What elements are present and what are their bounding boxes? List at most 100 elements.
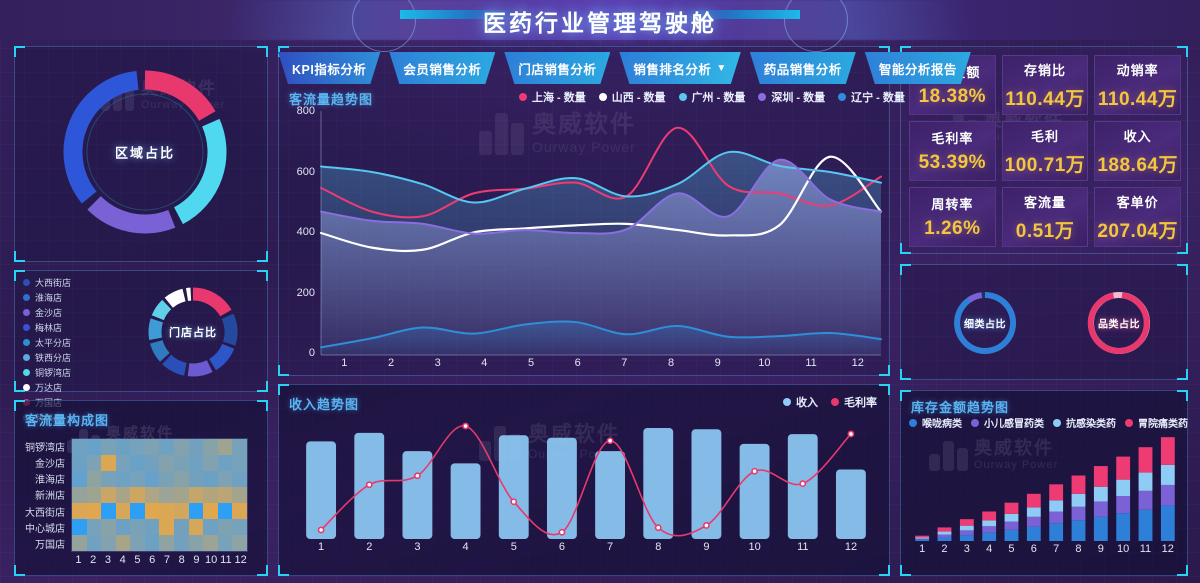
legend-item[interactable]: 喉咙病类 xyxy=(909,415,962,430)
tab-kpi-analysis[interactable]: KPI指标分析 xyxy=(278,52,380,84)
heatmap-cell[interactable] xyxy=(86,455,102,471)
heatmap-cell[interactable] xyxy=(188,535,204,551)
heatmap-cell[interactable] xyxy=(188,487,204,503)
heatmap-cell[interactable] xyxy=(188,439,204,455)
heatmap-cell[interactable] xyxy=(101,455,116,471)
heatmap-cell[interactable] xyxy=(101,503,116,519)
heatmap-cell[interactable] xyxy=(86,503,102,519)
kpi-card-inventory-turnover[interactable]: 周转率 1.26% xyxy=(909,187,996,247)
revenue-trend-chart[interactable] xyxy=(297,417,875,539)
legend-item[interactable]: 大西街店 xyxy=(23,276,71,289)
heatmap-cell[interactable] xyxy=(144,455,160,471)
heatmap-cell[interactable] xyxy=(174,487,189,503)
heatmap-cell[interactable] xyxy=(144,439,160,455)
heatmap-cell[interactable] xyxy=(232,535,247,551)
heatmap-cell[interactable] xyxy=(217,487,233,503)
heatmap-cell[interactable] xyxy=(144,471,160,487)
heatmap-cell[interactable] xyxy=(130,503,145,519)
heatmap-cell[interactable] xyxy=(217,471,233,487)
heatmap-cell[interactable] xyxy=(115,487,131,503)
heatmap-cell[interactable] xyxy=(72,439,87,455)
heatmap-cell[interactable] xyxy=(203,455,218,471)
kpi-card-avg-order-value[interactable]: 客单价 207.04万 xyxy=(1094,187,1181,247)
legend-item[interactable]: 上海 - 数量 xyxy=(519,89,586,105)
heatmap-cell[interactable] xyxy=(159,519,175,535)
heatmap-cell[interactable] xyxy=(159,455,175,471)
heatmap-cell[interactable] xyxy=(130,439,145,455)
heatmap-cell[interactable] xyxy=(188,503,204,519)
kpi-card-customer-traffic[interactable]: 客流量 0.51万 xyxy=(1001,187,1089,247)
heatmap-cell[interactable] xyxy=(86,487,102,503)
heatmap-cell[interactable] xyxy=(101,471,116,487)
heatmap-cell[interactable] xyxy=(101,439,116,455)
heatmap-cell[interactable] xyxy=(159,487,175,503)
heatmap-cell[interactable] xyxy=(115,503,131,519)
heatmap-cell[interactable] xyxy=(130,535,145,551)
legend-item[interactable]: 广州 - 数量 xyxy=(678,89,745,105)
heatmap-cell[interactable] xyxy=(217,439,233,455)
legend-item[interactable]: 深圳 - 数量 xyxy=(758,89,825,105)
heatmap-cell[interactable] xyxy=(232,455,247,471)
heatmap-cell[interactable] xyxy=(217,519,233,535)
traffic-trend-chart[interactable] xyxy=(319,111,883,356)
heatmap-cell[interactable] xyxy=(115,471,131,487)
heatmap-cell[interactable] xyxy=(101,535,116,551)
legend-item[interactable]: 胃院痛类药 xyxy=(1125,415,1188,430)
legend-item[interactable]: 小儿感冒药类 xyxy=(971,415,1044,430)
heatmap-cell[interactable] xyxy=(159,503,175,519)
heatmap-cell[interactable] xyxy=(217,535,233,551)
legend-item[interactable]: 辽宁 - 数量 xyxy=(838,89,905,105)
heatmap-cell[interactable] xyxy=(115,439,131,455)
heatmap-cell[interactable] xyxy=(188,471,204,487)
heatmap-cell[interactable] xyxy=(72,455,87,471)
heatmap-cell[interactable] xyxy=(232,487,247,503)
chevron-down-icon[interactable]: ▼ xyxy=(716,63,726,74)
store-ratio-donut[interactable]: 门店占比 xyxy=(143,282,243,382)
heatmap-cell[interactable] xyxy=(174,503,189,519)
legend-item[interactable]: 山西 - 数量 xyxy=(598,89,666,105)
heatmap-cell[interactable] xyxy=(101,487,116,503)
kpi-card-gross-profit[interactable]: 毛利 100.71万 xyxy=(1001,121,1089,181)
heatmap-cell[interactable] xyxy=(159,535,175,551)
region-ratio-donut[interactable]: 区域占比 xyxy=(63,67,227,237)
tab-drug-sales[interactable]: 药品销售分析 xyxy=(750,52,856,84)
heatmap-cell[interactable] xyxy=(203,519,218,535)
heatmap-cell[interactable] xyxy=(115,455,131,471)
kpi-card-turnover-rate[interactable]: 动销率 110.44万 xyxy=(1094,55,1181,115)
legend-item[interactable]: 太平分店 xyxy=(23,336,71,349)
category-ratio-donut[interactable]: 品类占比 xyxy=(1083,287,1155,359)
legend-item[interactable]: 毛利率 xyxy=(831,394,877,410)
heatmap-cell[interactable] xyxy=(232,503,247,519)
heatmap-cell[interactable] xyxy=(232,519,247,535)
tab-smart-report[interactable]: 智能分析报告 xyxy=(865,52,971,84)
legend-item[interactable]: 抗感染类药 xyxy=(1053,415,1116,430)
legend-item[interactable]: 金沙店 xyxy=(23,306,71,319)
tab-sales-ranking[interactable]: 销售排名分析 ▼ xyxy=(619,52,740,84)
heatmap-grid[interactable] xyxy=(71,438,248,552)
heatmap-cell[interactable] xyxy=(144,487,160,503)
heatmap-cell[interactable] xyxy=(86,439,102,455)
legend-item[interactable]: 万达店 xyxy=(23,381,71,394)
heatmap-cell[interactable] xyxy=(144,535,160,551)
heatmap-cell[interactable] xyxy=(101,519,116,535)
heatmap-cell[interactable] xyxy=(144,503,160,519)
heatmap-cell[interactable] xyxy=(174,519,189,535)
heatmap-cell[interactable] xyxy=(217,503,233,519)
heatmap-cell[interactable] xyxy=(203,535,218,551)
heatmap-cell[interactable] xyxy=(72,487,87,503)
heatmap-cell[interactable] xyxy=(174,471,189,487)
kpi-card-gross-margin-rate[interactable]: 毛利率 53.39% xyxy=(909,121,996,181)
heatmap-cell[interactable] xyxy=(86,535,102,551)
legend-item[interactable]: 淮海店 xyxy=(23,291,71,304)
heatmap-cell[interactable] xyxy=(115,535,131,551)
legend-item[interactable]: 铁西分店 xyxy=(23,351,71,364)
heatmap-cell[interactable] xyxy=(72,471,87,487)
heatmap-cell[interactable] xyxy=(188,455,204,471)
heatmap-cell[interactable] xyxy=(72,519,87,535)
heatmap-cell[interactable] xyxy=(188,519,204,535)
heatmap-cell[interactable] xyxy=(144,519,160,535)
heatmap-cell[interactable] xyxy=(130,455,145,471)
heatmap-cell[interactable] xyxy=(174,439,189,455)
heatmap-cell[interactable] xyxy=(203,487,218,503)
tab-store-sales[interactable]: 门店销售分析 xyxy=(504,52,610,84)
